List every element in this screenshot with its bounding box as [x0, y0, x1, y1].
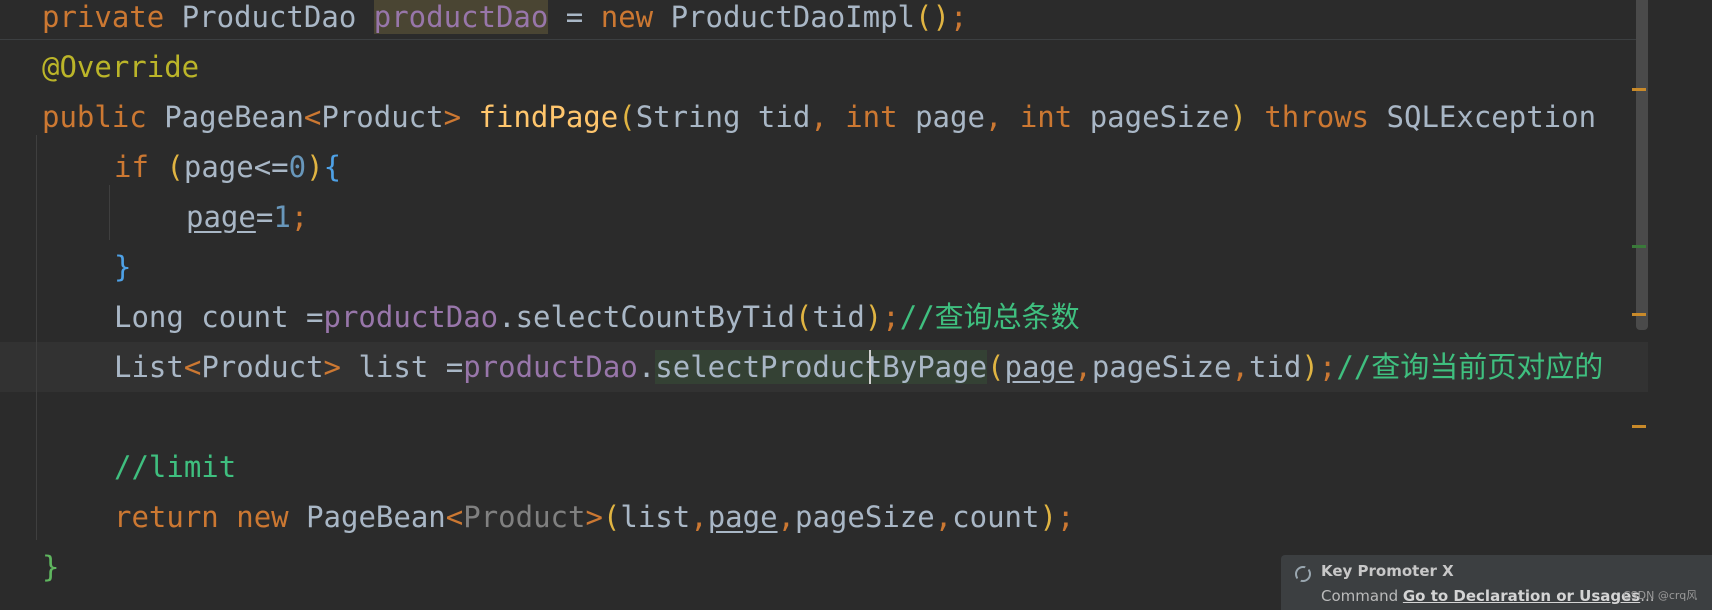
- reassigned-parameter[interactable]: page: [186, 200, 256, 234]
- code-line[interactable]: return new PageBean<Product>(list,page,p…: [114, 492, 1712, 542]
- indent-guide: [109, 185, 110, 240]
- code-line[interactable]: @Override: [42, 42, 1690, 92]
- field-reference[interactable]: productDao: [463, 350, 638, 384]
- method-name[interactable]: findPage: [479, 100, 619, 134]
- code-comment: //limit: [114, 450, 237, 484]
- notification-message: Command Go to Declaration or Usages...: [1321, 587, 1655, 605]
- field-reference[interactable]: productDao: [324, 300, 499, 334]
- code-line[interactable]: //limit: [114, 442, 1712, 492]
- keyword: private: [42, 0, 165, 34]
- gutter-change-marker[interactable]: [1632, 245, 1646, 248]
- indent-guide: [36, 135, 37, 540]
- annotation: @Override: [42, 50, 200, 84]
- code-line[interactable]: public PageBean<Product> findPage(String…: [42, 92, 1690, 142]
- key-promoter-icon: [1295, 566, 1311, 582]
- vertical-scrollbar[interactable]: [1636, 0, 1648, 330]
- code-line[interactable]: }: [114, 242, 1712, 292]
- reassigned-parameter[interactable]: page: [708, 500, 778, 534]
- code-line[interactable]: page=1;: [186, 192, 1712, 242]
- code-line[interactable]: Long count =productDao.selectCountByTid(…: [114, 292, 1712, 342]
- method-call-under-caret[interactable]: selectProdu: [655, 350, 848, 384]
- notification-title: Key Promoter X: [1321, 562, 1454, 580]
- gutter-warning-marker[interactable]: [1632, 425, 1646, 428]
- code-comment: //查询总条数: [899, 300, 1080, 334]
- gutter-warning-marker[interactable]: [1632, 88, 1646, 91]
- field-reference[interactable]: productDao: [373, 0, 549, 34]
- gutter-warning-marker[interactable]: [1632, 313, 1646, 316]
- watermark: CSDN @crq风: [1623, 589, 1698, 602]
- code-line-current[interactable]: List<Product> list =productDao.selectPro…: [114, 342, 1712, 392]
- code-line[interactable]: private ProductDao productDao = new Prod…: [42, 0, 1690, 42]
- reassigned-parameter[interactable]: page: [1005, 350, 1075, 384]
- code-line[interactable]: if (page<=0){: [114, 142, 1712, 192]
- code-editor[interactable]: private ProductDao productDao = new Prod…: [0, 0, 1712, 610]
- text-caret: [869, 350, 871, 384]
- code-comment: //查询当前页对应的: [1336, 350, 1604, 384]
- shortcut-action-link[interactable]: Go to Declaration or Usages: [1403, 587, 1640, 605]
